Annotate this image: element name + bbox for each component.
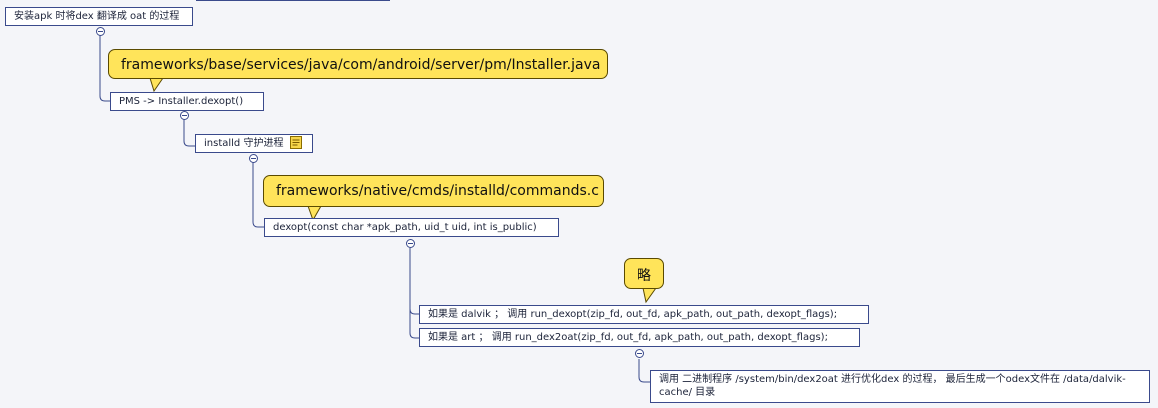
art-branch-node[interactable]: 如果是 art ； 调用 run_dex2oat(zip_fd, out_fd,…	[419, 328, 860, 347]
installer-path-callout: frameworks/base/services/java/com/androi…	[108, 49, 608, 79]
dexopt-function-node[interactable]: dexopt(const char *apk_path, uid_t uid, …	[264, 218, 559, 237]
pms-dexopt-node[interactable]: PMS -> Installer.dexopt()	[110, 92, 264, 111]
root-node[interactable]: 安装apk 时将dex 翻译成 oat 的过程	[5, 7, 193, 26]
note-icon[interactable]	[290, 136, 302, 149]
collapse-minus-icon[interactable]	[96, 27, 105, 36]
omitted-callout: 略	[624, 258, 664, 289]
collapse-minus-icon[interactable]	[406, 239, 415, 248]
dex2oat-process-node[interactable]: 调用 二进制程序 /system/bin/dex2oat 进行优化dex 的过程…	[650, 370, 1150, 403]
collapse-minus-icon[interactable]	[180, 111, 189, 120]
collapse-minus-icon[interactable]	[249, 154, 258, 163]
dex2oat-text-line-1: 调用 二进制程序 /system/bin/dex2oat 进行优化dex 的过程…	[659, 374, 1126, 385]
installd-label: installd 守护进程	[204, 138, 284, 149]
collapse-minus-icon[interactable]	[635, 349, 644, 358]
dalvik-branch-node[interactable]: 如果是 dalvik ； 调用 run_dexopt(zip_fd, out_f…	[419, 305, 869, 324]
dex2oat-text-line-2: cache/ 目录	[659, 387, 716, 398]
commands-path-callout: frameworks/native/cmds/installd/commands…	[263, 175, 604, 207]
